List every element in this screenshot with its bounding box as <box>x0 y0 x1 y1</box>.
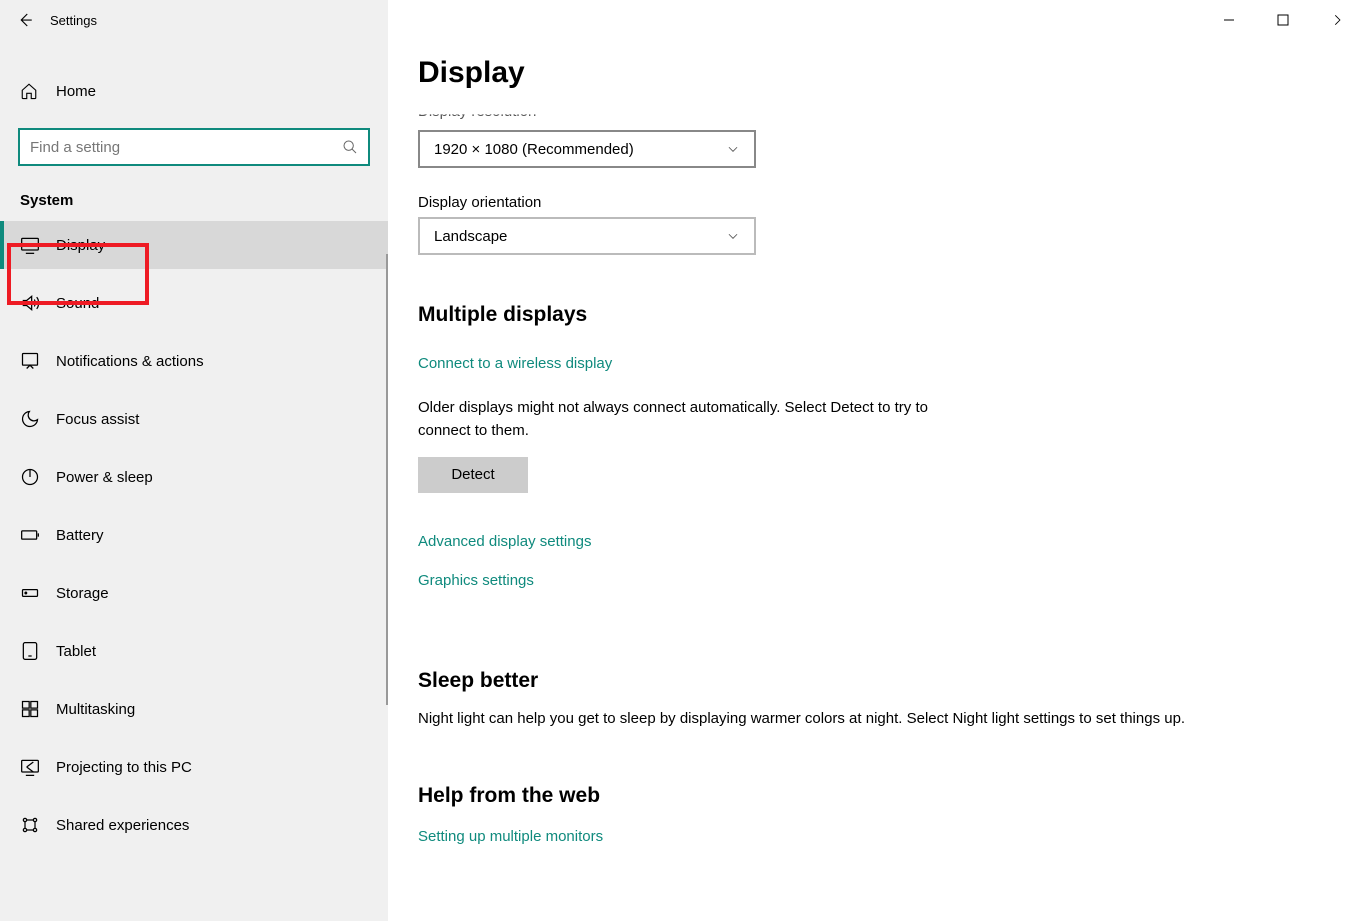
multiple-displays-heading: Multiple displays <box>418 303 1329 327</box>
minimize-button[interactable] <box>1217 8 1241 32</box>
projecting-icon <box>20 757 56 777</box>
search-input[interactable] <box>30 139 342 156</box>
graphics-settings-link[interactable]: Graphics settings <box>418 572 1329 589</box>
connect-wireless-display-link[interactable]: Connect to a wireless display <box>418 355 1329 372</box>
shared-experiences-icon <box>20 815 56 835</box>
resolution-dropdown[interactable]: 1920 × 1080 (Recommended) <box>418 130 756 168</box>
sidebar-item-tablet[interactable]: Tablet <box>0 627 388 675</box>
chevron-down-icon <box>726 229 740 243</box>
search-box[interactable] <box>18 128 370 166</box>
sidebar-item-projecting[interactable]: Projecting to this PC <box>0 743 388 791</box>
sidebar-item-label: Focus assist <box>56 411 139 428</box>
battery-icon <box>20 525 56 545</box>
detect-button[interactable]: Detect <box>418 457 528 493</box>
sidebar-item-label: Battery <box>56 527 104 544</box>
power-icon <box>20 467 56 487</box>
sleep-better-text: Night light can help you get to sleep by… <box>418 707 1318 730</box>
sidebar-section-label: System <box>0 166 388 221</box>
tablet-icon <box>20 641 56 661</box>
sound-icon <box>20 293 56 313</box>
sidebar-item-label: Notifications & actions <box>56 353 204 370</box>
content-area: Display Display resolution 1920 × 1080 (… <box>388 0 1359 921</box>
maximize-button[interactable] <box>1271 8 1295 32</box>
titlebar: Settings <box>0 0 388 40</box>
orientation-label: Display orientation <box>418 194 1329 211</box>
window-title: Settings <box>50 13 97 28</box>
sidebar: Settings Home System Display Sound Notif… <box>0 0 388 921</box>
sidebar-home[interactable]: Home <box>0 68 388 114</box>
storage-icon <box>20 583 56 603</box>
search-icon <box>342 139 358 155</box>
advanced-display-settings-link[interactable]: Advanced display settings <box>418 533 1329 550</box>
sidebar-item-label: Sound <box>56 295 99 312</box>
sidebar-item-storage[interactable]: Storage <box>0 569 388 617</box>
sidebar-item-label: Shared experiences <box>56 817 189 834</box>
sidebar-item-power-sleep[interactable]: Power & sleep <box>0 453 388 501</box>
orientation-dropdown[interactable]: Landscape <box>418 217 756 255</box>
sidebar-item-label: Projecting to this PC <box>56 759 192 776</box>
resolution-label: Display resolution <box>418 100 1329 124</box>
sidebar-item-label: Power & sleep <box>56 469 153 486</box>
resolution-value: 1920 × 1080 (Recommended) <box>434 141 634 158</box>
sidebar-item-label: Multitasking <box>56 701 135 718</box>
window-controls <box>1217 8 1349 32</box>
help-from-web-heading: Help from the web <box>418 784 1329 808</box>
display-icon <box>20 235 56 255</box>
home-icon <box>20 82 56 100</box>
sidebar-item-label: Tablet <box>56 643 96 660</box>
orientation-value: Landscape <box>434 228 507 245</box>
focus-assist-icon <box>20 409 56 429</box>
sidebar-item-label: Storage <box>56 585 109 602</box>
multitasking-icon <box>20 699 56 719</box>
sidebar-item-focus-assist[interactable]: Focus assist <box>0 395 388 443</box>
sidebar-item-display[interactable]: Display <box>0 221 388 269</box>
detect-description: Older displays might not always connect … <box>418 396 968 443</box>
sidebar-item-shared-experiences[interactable]: Shared experiences <box>0 801 388 849</box>
forward-button[interactable] <box>1325 8 1349 32</box>
sidebar-item-battery[interactable]: Battery <box>0 511 388 559</box>
chevron-down-icon <box>726 142 740 156</box>
sleep-better-heading: Sleep better <box>418 669 1329 693</box>
sidebar-home-label: Home <box>56 83 96 100</box>
back-button[interactable] <box>0 0 50 40</box>
setting-up-monitors-link[interactable]: Setting up multiple monitors <box>418 828 1329 845</box>
page-title: Display <box>418 56 1329 90</box>
sidebar-item-label: Display <box>56 237 105 254</box>
notifications-icon <box>20 351 56 371</box>
sidebar-item-notifications[interactable]: Notifications & actions <box>0 337 388 385</box>
sidebar-item-sound[interactable]: Sound <box>0 279 388 327</box>
sidebar-item-multitasking[interactable]: Multitasking <box>0 685 388 733</box>
